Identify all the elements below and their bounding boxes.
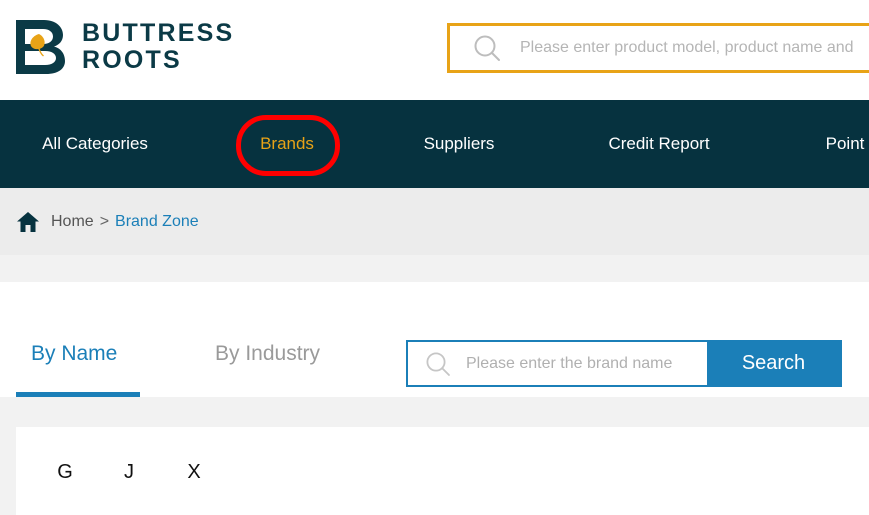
logo-line-1: BUTTRESS (82, 19, 235, 47)
letter-filter-x[interactable]: X (187, 461, 200, 484)
site-header: BUTTRESS ROOTS (0, 0, 869, 100)
letter-filter-card (16, 427, 869, 515)
brand-search-box: Search (406, 340, 842, 387)
breadcrumb: Home > Brand Zone (16, 188, 199, 255)
header-search-input[interactable] (518, 32, 862, 64)
brand-zone-page: BUTTRESS ROOTS All Categories Brands Sup… (0, 0, 869, 515)
breadcrumb-separator: > (99, 212, 110, 230)
breadcrumb-band: Home > Brand Zone (0, 188, 869, 255)
nav-item-all-categories[interactable]: All Categories (42, 100, 148, 188)
brand-search-field[interactable] (408, 342, 707, 385)
search-icon (474, 35, 500, 61)
tab-by-industry[interactable]: By Industry (215, 342, 320, 366)
main-navigation: All Categories Brands Suppliers Credit R… (0, 100, 869, 188)
site-logo[interactable]: BUTTRESS ROOTS (14, 18, 234, 76)
search-icon (426, 351, 450, 376)
nav-item-credit-report[interactable]: Credit Report (608, 100, 709, 188)
tab-by-name[interactable]: By Name (31, 342, 117, 366)
logo-line-2: ROOTS (82, 46, 182, 74)
breadcrumb-brand-zone[interactable]: Brand Zone (115, 213, 199, 231)
spacer-band-light (0, 255, 869, 282)
header-search-box[interactable] (447, 23, 869, 73)
home-icon[interactable] (16, 211, 40, 233)
buttress-roots-b-leaf-logo-icon (16, 20, 65, 74)
letter-filter-g[interactable]: G (57, 461, 73, 484)
letter-filter-j[interactable]: J (124, 461, 134, 484)
logo-wordmark: BUTTRESS ROOTS (82, 20, 234, 74)
brand-search-button[interactable]: Search (707, 342, 840, 385)
nav-item-suppliers[interactable]: Suppliers (424, 100, 495, 188)
nav-item-point[interactable]: Point (826, 100, 865, 188)
nav-item-brands[interactable]: Brands (260, 100, 314, 188)
brand-search-input[interactable] (464, 348, 688, 379)
breadcrumb-home[interactable]: Home (51, 213, 94, 231)
